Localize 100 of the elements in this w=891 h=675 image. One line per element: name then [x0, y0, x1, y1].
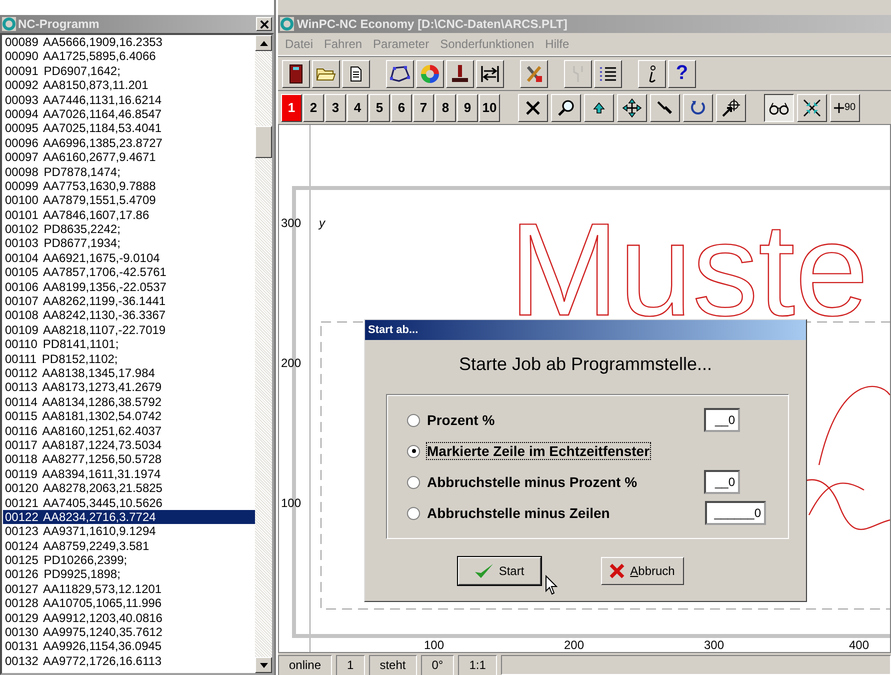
program-line[interactable]: 00109 AA8218,1107,-22.7019 — [3, 322, 255, 338]
program-line[interactable]: 00097 AA6160,2677,9.4671 — [3, 150, 255, 165]
status-field: 1 — [336, 655, 365, 675]
program-line[interactable]: 00095 AA7025,1184,53.4041 — [3, 121, 255, 136]
option-label[interactable]: Abbruchstelle minus Prozent % — [426, 473, 638, 491]
toolbar-button[interactable] — [764, 94, 794, 122]
program-line[interactable]: 00096 AA6996,1385,23.8727 — [3, 136, 255, 150]
program-line[interactable]: 00105 AA7857,1706,-42.5761 — [3, 265, 255, 280]
program-line[interactable]: 00127 AA11829,573,12.1201 — [3, 582, 255, 596]
scrollbar[interactable] — [255, 35, 272, 673]
folder-icon — [316, 66, 336, 82]
program-line[interactable]: 00120 AA8278,2063,21.5825 — [3, 481, 255, 496]
list-icon — [599, 64, 617, 82]
radio-button[interactable] — [407, 414, 420, 426]
option-label[interactable]: Prozent % — [426, 411, 496, 429]
program-line[interactable]: 00110 PD8141,1101; — [3, 337, 255, 352]
program-line[interactable]: 00100 AA7879,1551,5.4709 — [3, 193, 255, 208]
program-line[interactable]: 00093 AA7446,1131,16.6214 — [3, 92, 255, 107]
window-title: WinPC-NC Economy [D:\CNC-Daten\ARCS.PLT] — [297, 17, 568, 31]
program-line[interactable]: 00091 PD6907,1642; — [3, 64, 255, 78]
program-line[interactable]: 00090 AA1725,5895,6.4066 — [3, 49, 255, 64]
help-icon: ? — [676, 62, 688, 85]
number-tab[interactable]: 7 — [413, 94, 434, 122]
program-line[interactable]: 00104 AA6921,1675,-9.0104 — [3, 250, 255, 266]
ring-icon — [2, 17, 16, 31]
up-arrow-icon — [593, 102, 605, 114]
program-line[interactable]: 00124 AA8759,2249,3.581 — [3, 538, 255, 554]
close-icon — [260, 20, 268, 28]
number-tab[interactable]: 5 — [369, 94, 390, 122]
program-line[interactable]: 00107 AA8262,1199,-36.1441 — [3, 294, 255, 308]
radio-button[interactable] — [407, 444, 420, 458]
axis-label: 100 — [424, 638, 444, 652]
scroll-up-button[interactable] — [255, 35, 272, 51]
program-line[interactable]: 00130 AA9975,1240,35.7612 — [3, 625, 255, 640]
number-tab[interactable]: 4 — [347, 94, 368, 122]
scroll-down-button[interactable] — [255, 657, 272, 673]
start-button[interactable]: Start — [458, 557, 540, 585]
option-label[interactable]: Markierte Zeile im Echtzeitfenster — [426, 442, 651, 460]
program-line[interactable]: 00116 AA8160,1251,62.4037 — [3, 424, 255, 438]
program-line[interactable]: 00125 PD10266,2399; — [3, 553, 255, 568]
shrink-arrows-icon — [802, 98, 822, 118]
program-line[interactable]: 00099 AA7753,1630,9.7888 — [3, 178, 255, 194]
ring-icon — [280, 17, 294, 31]
number-field[interactable]: ______0 — [705, 501, 766, 525]
status-field: 0° — [420, 655, 454, 675]
down-triangle-icon — [260, 662, 268, 668]
axis-label: 200 — [564, 638, 584, 652]
number-tab[interactable]: 3 — [325, 94, 346, 122]
program-line[interactable]: 00119 AA8394,1611,31.1974 — [3, 466, 255, 482]
dialog-title: Start ab... — [368, 324, 418, 336]
stamp-icon — [450, 64, 470, 84]
program-line[interactable]: 00115 AA8181,1302,54.0742 — [3, 409, 255, 424]
axis-label: 200 — [281, 356, 302, 370]
program-line[interactable]: 00098 PD7878,1474; — [3, 164, 255, 179]
program-line[interactable]: 00102 PD8635,2242; — [3, 222, 255, 236]
program-line[interactable]: 00112 AA8138,1345,17.984 — [3, 366, 255, 380]
number-field[interactable]: __0 — [704, 408, 740, 432]
option-label[interactable]: Abbruchstelle minus Zeilen — [426, 504, 611, 522]
number-tab[interactable]: 10 — [479, 94, 500, 122]
program-line[interactable]: 00132 AA9772,1726,16.6113 — [3, 654, 255, 668]
glasses-icon — [768, 100, 790, 114]
program-line[interactable]: 00113 AA8173,1273,41.2679 — [3, 380, 255, 395]
program-line[interactable]: 00126 PD9925,1898; — [3, 567, 255, 582]
program-line[interactable]: 00111 PD8152,1102; — [3, 352, 255, 366]
toolbar-button[interactable]: ? — [668, 60, 696, 88]
number-tab[interactable]: 1 — [281, 94, 302, 122]
axis-name: y — [319, 216, 325, 230]
rotate-icon — [690, 100, 706, 116]
program-line[interactable]: 00103 PD8677,1934; — [3, 236, 255, 251]
program-line[interactable]: 00129 AA9912,1203,40.0816 — [3, 610, 255, 626]
radio-button[interactable] — [407, 506, 420, 520]
number-field[interactable]: __0 — [704, 470, 740, 494]
program-line[interactable]: 00123 AA9371,1610,9.1294 — [3, 524, 255, 539]
program-line[interactable]: 00118 AA8277,1256,50.5728 — [3, 452, 255, 467]
number-tab[interactable]: 9 — [457, 94, 478, 122]
cancel-button[interactable]: Abbruch — [600, 557, 684, 585]
scroll-thumb[interactable] — [255, 126, 272, 158]
program-line[interactable]: 00108 AA8242,1130,-36.3367 — [3, 308, 255, 323]
program-line[interactable]: 00092 AA8150,873,11.201 — [3, 78, 255, 93]
axis-label: 300 — [704, 638, 724, 652]
program-line[interactable]: 00121 AA7405,3445,10.5626 — [3, 496, 255, 510]
radio-button[interactable] — [407, 476, 420, 488]
polygon-icon — [389, 64, 411, 82]
status-field: online — [278, 655, 332, 675]
program-line[interactable]: 00114 AA8134,1286,38.5792 — [3, 394, 255, 410]
number-tab[interactable]: 6 — [391, 94, 412, 122]
angle-text: 90 — [844, 102, 856, 113]
program-line[interactable]: 00094 AA7026,1164,46.8547 — [3, 106, 255, 122]
checkmark-icon — [474, 563, 494, 579]
program-line[interactable]: 00106 AA8199,1356,-22.0537 — [3, 280, 255, 294]
program-line[interactable]: 00117 AA8187,1224,73.5034 — [3, 438, 255, 452]
number-tab[interactable]: 2 — [303, 94, 324, 122]
number-tab[interactable]: 8 — [435, 94, 456, 122]
toolbar-button[interactable]: 90 — [830, 94, 860, 122]
program-line[interactable]: 00128 AA10705,1065,11.996 — [3, 596, 255, 611]
plot-outline-text: Muste — [509, 196, 868, 343]
close-button[interactable] — [256, 17, 272, 31]
program-line[interactable]: 00131 AA9926,1154,36.0945 — [3, 639, 255, 654]
program-line[interactable]: 00101 AA7846,1607,17.86 — [3, 208, 255, 222]
program-line[interactable]: 00089 AA5666,1909,16.2353 — [3, 35, 255, 50]
